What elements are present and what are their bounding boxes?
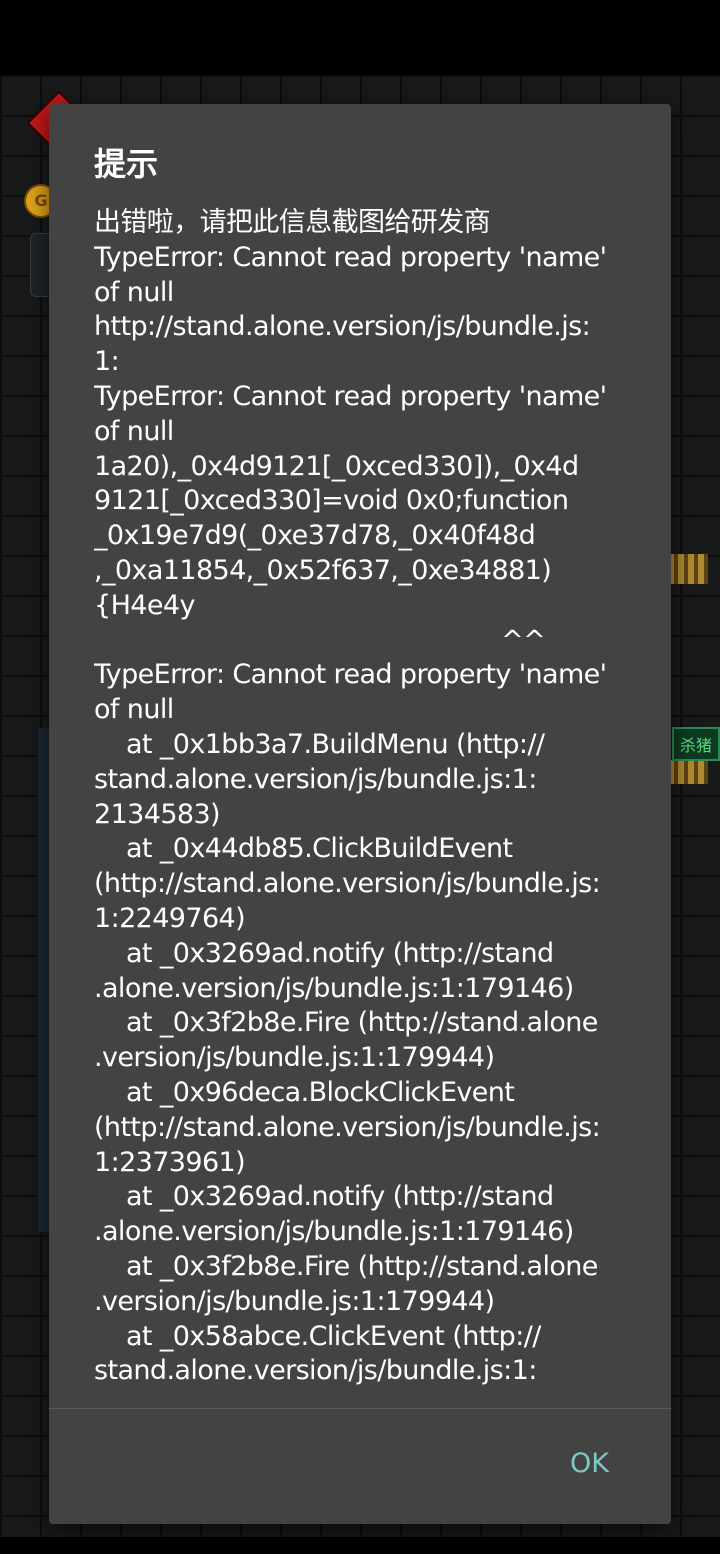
ok-button[interactable]: OK [552,1440,627,1487]
error-message: 出错啦，请把此信息截图给研发商 TypeError: Cannot read p… [94,207,607,1387]
navigation-bar [0,1537,720,1554]
dialog-title: 提示 [94,145,159,183]
background-decoration [668,760,708,784]
error-dialog: 提示 出错啦，请把此信息截图给研发商 TypeError: Cannot rea… [49,104,671,1524]
dialog-message-scroll[interactable]: 出错啦，请把此信息截图给研发商 TypeError: Cannot read p… [94,206,634,1408]
divider [49,1408,671,1409]
background-decoration [668,554,708,584]
background-sign: 杀猪 [672,727,720,761]
